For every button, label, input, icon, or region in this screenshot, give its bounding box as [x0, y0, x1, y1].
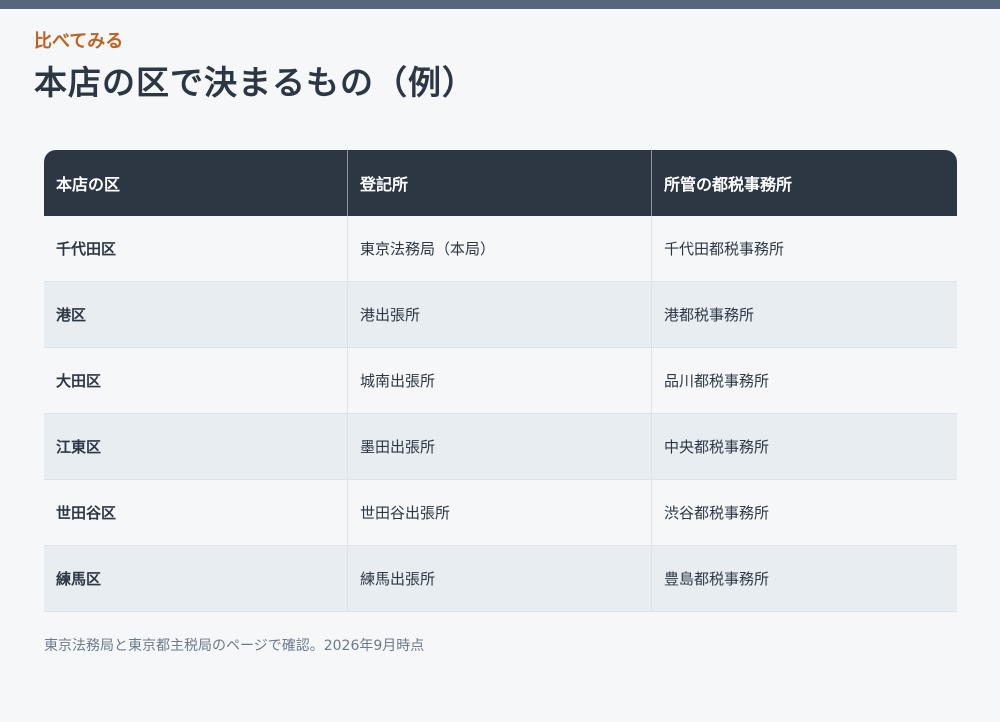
ward-cell: 大田区: [44, 348, 348, 414]
table-row: 江東区 墨田出張所 中央都税事務所: [44, 414, 957, 480]
table-row: 千代田区 東京法務局（本局） 千代田都税事務所: [44, 216, 957, 282]
tax-office-cell: 中央都税事務所: [652, 414, 957, 480]
ward-cell: 練馬区: [44, 546, 348, 612]
source-footnote: 東京法務局と東京都主税局のページで確認。2026年9月時点: [44, 638, 425, 654]
tax-office-cell: 豊島都税事務所: [652, 546, 957, 612]
registry-cell: 世田谷出張所: [348, 480, 652, 546]
registry-cell: 練馬出張所: [348, 546, 652, 612]
table-row: 練馬区 練馬出張所 豊島都税事務所: [44, 546, 957, 612]
column-header-ward: 本店の区: [44, 150, 348, 216]
table-header-row: 本店の区 登記所 所管の都税事務所: [44, 150, 957, 216]
registry-cell: 港出張所: [348, 282, 652, 348]
table-header: 本店の区 登記所 所管の都税事務所: [44, 150, 957, 216]
registry-cell: 城南出張所: [348, 348, 652, 414]
column-header-registry: 登記所: [348, 150, 652, 216]
table-body: 千代田区 東京法務局（本局） 千代田都税事務所 港区 港出張所 港都税事務所 大…: [44, 216, 957, 612]
comparison-table: 本店の区 登記所 所管の都税事務所 千代田区 東京法務局（本局） 千代田都税事務…: [44, 150, 957, 612]
ward-cell: 千代田区: [44, 216, 348, 282]
ward-cell: 江東区: [44, 414, 348, 480]
table-row: 大田区 城南出張所 品川都税事務所: [44, 348, 957, 414]
column-header-tax-office: 所管の都税事務所: [652, 150, 957, 216]
registry-cell: 東京法務局（本局）: [348, 216, 652, 282]
ward-cell: 港区: [44, 282, 348, 348]
tax-office-cell: 港都税事務所: [652, 282, 957, 348]
registry-cell: 墨田出張所: [348, 414, 652, 480]
comparison-table-container: 本店の区 登記所 所管の都税事務所 千代田区 東京法務局（本局） 千代田都税事務…: [44, 150, 957, 612]
top-accent-bar: [0, 0, 1000, 9]
tax-office-cell: 品川都税事務所: [652, 348, 957, 414]
tax-office-cell: 渋谷都税事務所: [652, 480, 957, 546]
tax-office-cell: 千代田都税事務所: [652, 216, 957, 282]
table-row: 世田谷区 世田谷出張所 渋谷都税事務所: [44, 480, 957, 546]
ward-cell: 世田谷区: [44, 480, 348, 546]
section-eyebrow: 比べてみる: [34, 31, 124, 52]
table-row: 港区 港出張所 港都税事務所: [44, 282, 957, 348]
page-title: 本店の区で決まるもの（例）: [34, 63, 476, 102]
